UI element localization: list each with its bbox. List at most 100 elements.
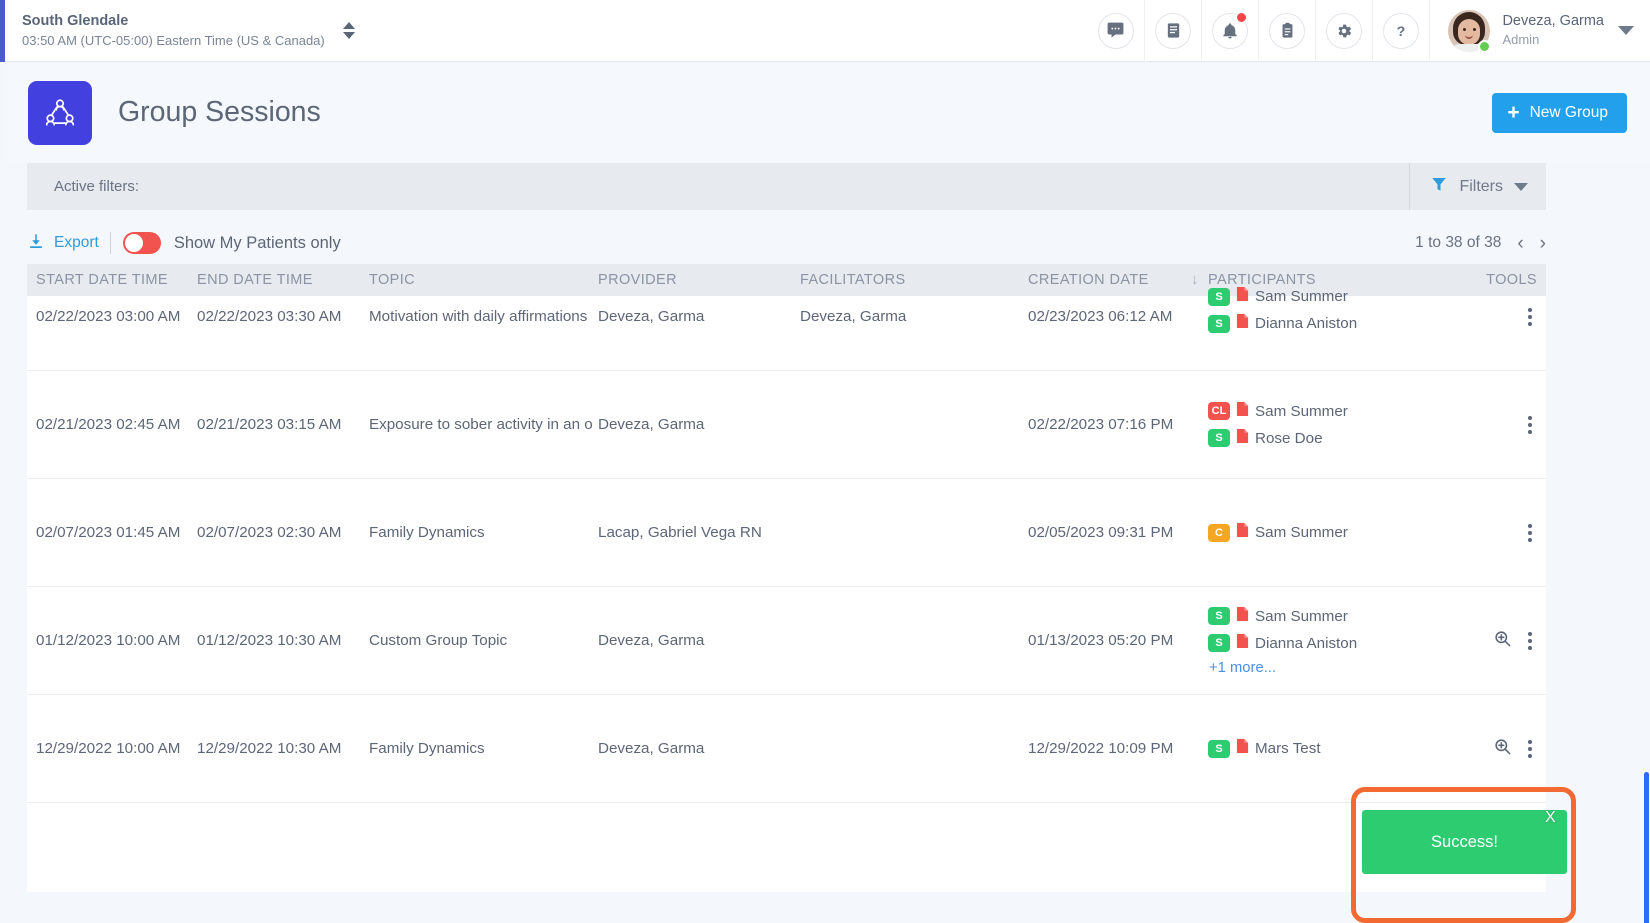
gear-icon[interactable] — [1326, 12, 1363, 49]
participant-item[interactable]: S Sam Summer — [1208, 606, 1438, 627]
table-row[interactable]: 02/22/2023 03:00 AM 02/22/2023 03:30 AM … — [27, 287, 1546, 371]
participant-badge: C — [1208, 523, 1230, 542]
cell-facilitators: Deveza, Garma — [800, 308, 907, 325]
plus-icon: + — [1507, 101, 1520, 124]
row-actions-menu-button[interactable] — [1528, 523, 1532, 542]
notes-button[interactable] — [1144, 0, 1201, 62]
participant-item[interactable]: S Dianna Aniston — [1208, 313, 1438, 334]
cell-provider: Deveza, Garma — [598, 632, 705, 649]
location-selector[interactable]: South Glendale 03:50 AM (UTC-05:00) East… — [22, 11, 357, 50]
participant-item[interactable]: S Sam Summer — [1208, 286, 1438, 307]
cell-start-date-time: 02/07/2023 01:45 AM — [36, 524, 181, 541]
filters-dropdown[interactable]: Filters — [1409, 163, 1546, 210]
notifications-button[interactable] — [1201, 0, 1258, 62]
messages-button[interactable] — [1087, 0, 1144, 62]
preview-icon[interactable] — [1493, 737, 1512, 761]
messages-icon[interactable] — [1097, 12, 1134, 49]
participant-item[interactable]: CL Sam Summer — [1208, 401, 1438, 422]
document-icon[interactable] — [1236, 286, 1249, 307]
success-toast: Success! — [1362, 810, 1567, 874]
cell-creation-date: 01/13/2023 05:20 PM — [1028, 632, 1174, 649]
participant-name: Sam Summer — [1255, 402, 1348, 420]
top-icon-group: ? Deveza, Garma Admin — [1087, 0, 1650, 62]
cell-topic: Motivation with daily affirmations — [369, 308, 588, 325]
column-header-topic[interactable]: TOPIC — [369, 272, 598, 288]
pagination: 1 to 38 of 38 ‹ › — [1415, 234, 1546, 253]
table-row[interactable]: 02/07/2023 01:45 AM 02/07/2023 02:30 AM … — [27, 479, 1546, 587]
clipboard-icon[interactable] — [1269, 12, 1306, 49]
participant-badge: CL — [1208, 402, 1230, 420]
toast-close-button[interactable]: X — [1545, 809, 1556, 827]
row-actions-menu-button[interactable] — [1528, 308, 1532, 326]
show-more-participants-link[interactable]: +1 more... — [1209, 660, 1438, 676]
document-icon[interactable] — [1236, 633, 1249, 654]
chevron-down-icon[interactable] — [1618, 26, 1634, 35]
participant-name: Dianna Aniston — [1255, 315, 1358, 332]
row-actions-menu-button[interactable] — [1528, 739, 1532, 758]
tasks-button[interactable] — [1258, 0, 1315, 62]
help-button[interactable]: ? — [1372, 0, 1429, 62]
participant-name: Sam Summer — [1255, 524, 1348, 541]
svg-text:?: ? — [1397, 24, 1406, 40]
show-my-patients-toggle[interactable] — [122, 232, 161, 254]
document-icon[interactable] — [1236, 738, 1249, 759]
participant-item[interactable]: S Rose Doe — [1208, 428, 1438, 449]
table-row[interactable]: 02/21/2023 02:45 AM 02/21/2023 03:15 AM … — [27, 371, 1546, 479]
column-header-end-date-time[interactable]: END DATE TIME — [197, 272, 369, 288]
participant-item[interactable]: S Mars Test — [1208, 738, 1438, 759]
document-icon[interactable] — [1236, 428, 1249, 449]
table-row[interactable]: 12/29/2022 10:00 AM 12/29/2022 10:30 AM … — [27, 695, 1546, 803]
cell-tools — [1438, 737, 1546, 761]
document-icon[interactable] — [1236, 401, 1249, 422]
up-down-caret-icon[interactable] — [341, 16, 357, 46]
new-group-button[interactable]: + New Group — [1492, 92, 1627, 133]
cell-start-date-time: 02/21/2023 02:45 AM — [36, 416, 181, 433]
show-my-patients-label: Show My Patients only — [173, 233, 341, 252]
vertical-scrollbar[interactable] — [1644, 264, 1650, 923]
participant-item[interactable]: S Dianna Aniston — [1208, 633, 1438, 654]
group-sessions-table: START DATE TIME END DATE TIME TOPIC PROV… — [27, 264, 1546, 824]
cell-topic: Exposure to sober activity in an o — [369, 416, 593, 433]
participant-badge: S — [1208, 739, 1230, 758]
row-actions-menu-button[interactable] — [1528, 415, 1532, 434]
participant-badge: S — [1208, 287, 1230, 306]
user-menu[interactable]: Deveza, Garma Admin — [1429, 0, 1650, 62]
cell-creation-date: 02/05/2023 09:31 PM — [1028, 524, 1174, 541]
cell-tools — [1438, 308, 1546, 326]
document-icon[interactable] — [1236, 606, 1249, 627]
cell-tools — [1438, 415, 1546, 434]
book-icon[interactable] — [1155, 12, 1192, 49]
participant-name: Sam Summer — [1255, 288, 1348, 305]
row-actions-menu-button[interactable] — [1528, 631, 1532, 650]
user-role: Admin — [1502, 32, 1540, 47]
toolbar-divider — [109, 232, 111, 254]
column-header-provider[interactable]: PROVIDER — [598, 272, 800, 288]
preview-icon[interactable] — [1493, 629, 1512, 653]
table-row[interactable]: 01/12/2023 10:00 AM 01/12/2023 10:30 AM … — [27, 587, 1546, 695]
document-icon[interactable] — [1236, 522, 1249, 543]
participant-item[interactable]: C Sam Summer — [1208, 522, 1438, 543]
column-header-creation-date[interactable]: CREATION DATE ↓ — [1028, 271, 1208, 288]
participant-name: Rose Doe — [1255, 429, 1323, 447]
column-header-facilitators[interactable]: FACILITATORS — [800, 272, 1028, 288]
cell-provider: Deveza, Garma — [598, 308, 705, 325]
cell-provider: Lacap, Gabriel Vega RN — [598, 524, 762, 541]
settings-button[interactable] — [1315, 0, 1372, 62]
next-page-button[interactable]: › — [1540, 234, 1546, 253]
cell-end-date-time: 02/07/2023 02:30 AM — [197, 524, 342, 541]
sort-descending-icon: ↓ — [1191, 271, 1199, 288]
chevron-down-icon[interactable] — [1514, 182, 1528, 191]
previous-page-button[interactable]: ‹ — [1517, 234, 1523, 253]
filters-bar: Active filters: Filters — [27, 163, 1546, 210]
top-navigation-bar: South Glendale 03:50 AM (UTC-05:00) East… — [0, 0, 1650, 62]
scrollbar-thumb[interactable] — [1644, 772, 1649, 923]
cell-participants: CL Sam Summer S Rose Doe — [1208, 401, 1438, 449]
export-button[interactable]: Export — [27, 232, 99, 255]
cell-start-date-time: 01/12/2023 10:00 AM — [36, 632, 181, 649]
document-icon[interactable] — [1236, 313, 1249, 334]
cell-end-date-time: 02/22/2023 03:30 AM — [197, 308, 342, 325]
cell-provider: Deveza, Garma — [598, 416, 705, 433]
funnel-icon — [1430, 175, 1448, 198]
question-mark-icon[interactable]: ? — [1383, 12, 1420, 49]
column-header-start-date-time[interactable]: START DATE TIME — [27, 272, 197, 288]
